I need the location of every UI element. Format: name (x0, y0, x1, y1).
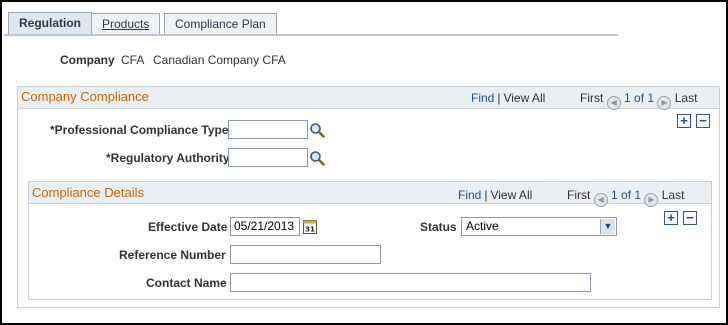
professional-compliance-type-input[interactable] (228, 120, 308, 139)
company-compliance-nav: Find | View All (471, 91, 546, 105)
compliance-details-nav: Find | View All (458, 188, 533, 202)
search-icon[interactable] (309, 122, 325, 138)
last-label: Last (661, 188, 685, 202)
professional-compliance-type-label: *Professional Compliance Type (50, 123, 229, 137)
status-select-value: Active (466, 219, 499, 233)
calendar-icon[interactable]: 31 (303, 219, 317, 234)
reference-number-label: Reference Number (119, 248, 226, 262)
company-code: CFA (121, 53, 145, 67)
compliance-details-pager: First ◀ 1 of 1 ▶ Last (567, 188, 684, 207)
contact-name-input[interactable] (230, 273, 591, 292)
company-label: Company (60, 53, 115, 67)
chevron-down-icon: ▼ (600, 219, 615, 234)
view-all-link[interactable]: View All (503, 91, 545, 105)
add-row-button[interactable]: + (677, 114, 691, 128)
delete-row-button[interactable]: − (683, 211, 697, 225)
row-range: 1 of 1 (624, 91, 655, 105)
find-link[interactable]: Find (458, 188, 481, 202)
status-select[interactable]: Active ▼ (461, 217, 617, 236)
effective-date-input[interactable]: 05/21/2013 (230, 217, 300, 236)
add-row-button[interactable]: + (664, 211, 678, 225)
last-label: Last (674, 91, 698, 105)
company-name: Canadian Company CFA (153, 53, 286, 67)
tab-products[interactable]: Products (91, 13, 161, 36)
search-icon[interactable] (309, 150, 325, 166)
svg-text:31: 31 (305, 226, 315, 234)
company-compliance-title: Company Compliance (21, 89, 149, 104)
status-label: Status (420, 220, 457, 234)
tab-underline (4, 34, 618, 36)
view-all-link[interactable]: View All (490, 188, 532, 202)
compliance-details-title: Compliance Details (32, 185, 144, 200)
tab-products-label: Products (102, 17, 150, 31)
find-link[interactable]: Find (471, 91, 494, 105)
next-arrow-icon[interactable]: ▶ (644, 193, 659, 207)
first-label: First (567, 188, 591, 202)
tab-regulation-label: Regulation (19, 16, 81, 30)
company-compliance-pager: First ◀ 1 of 1 ▶ Last (580, 91, 697, 110)
previous-arrow-icon[interactable]: ◀ (593, 193, 608, 207)
row-range: 1 of 1 (611, 188, 642, 202)
tab-regulation[interactable]: Regulation (8, 12, 92, 36)
first-label: First (580, 91, 604, 105)
contact-name-label: Contact Name (146, 276, 227, 290)
effective-date-label: Effective Date (148, 220, 228, 234)
regulatory-authority-input[interactable] (228, 148, 308, 167)
reference-number-input[interactable] (230, 245, 381, 264)
regulatory-authority-label: *Regulatory Authority (106, 151, 230, 165)
tab-compliance-plan[interactable]: Compliance Plan (164, 13, 277, 36)
delete-row-button[interactable]: − (696, 114, 710, 128)
previous-arrow-icon[interactable]: ◀ (606, 96, 621, 110)
next-arrow-icon[interactable]: ▶ (657, 96, 672, 110)
tab-compliance-plan-label: Compliance Plan (175, 17, 266, 31)
